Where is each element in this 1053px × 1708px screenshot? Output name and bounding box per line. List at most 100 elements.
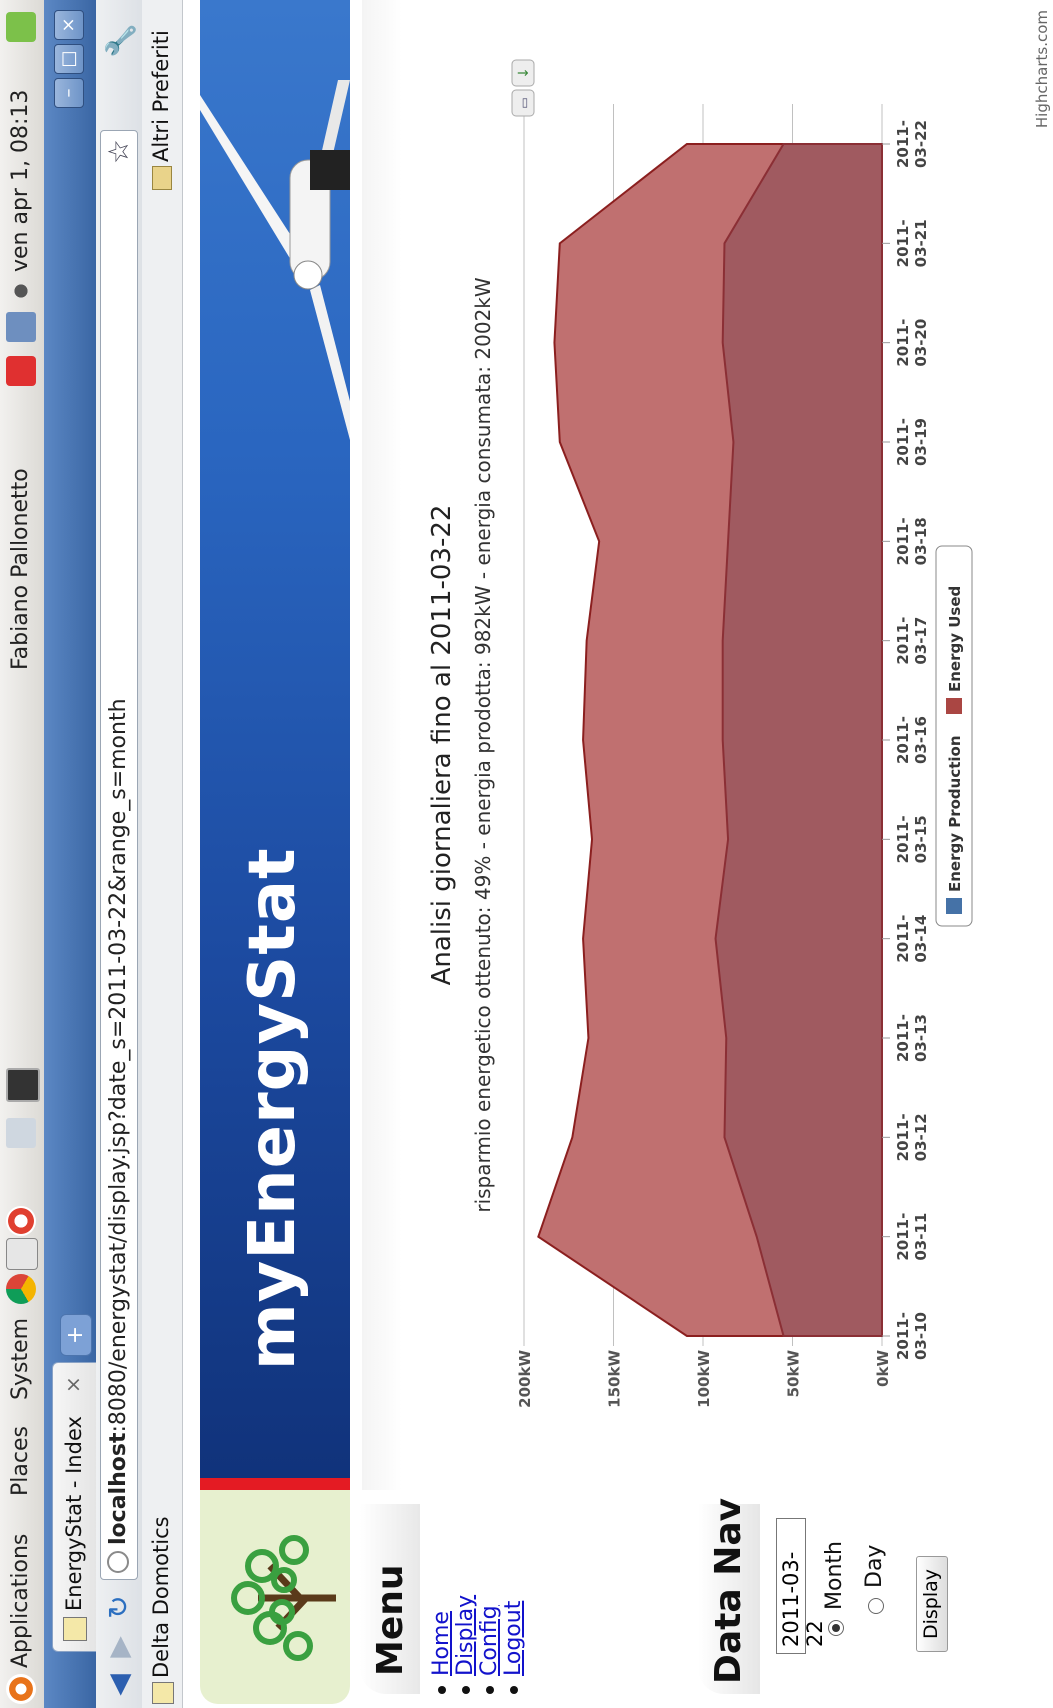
print-icon: ▭ (517, 97, 531, 108)
x-tick-label: 03-21 (912, 219, 930, 267)
range-day-label: Day (862, 1544, 887, 1588)
help-lifebuoy-icon[interactable] (6, 1206, 36, 1236)
menu-panel: Menu Home Display Config Logout (360, 1504, 680, 1694)
energy-area-chart: Analisi giornaliera fino al 2011-03-22 r… (427, 59, 973, 1408)
header-banner: myEnergyStat (200, 0, 350, 1490)
bullet (462, 1686, 470, 1694)
bookmark-favicon-icon (152, 1682, 174, 1704)
legend-item-energy-production[interactable]: Energy Production (946, 735, 964, 892)
places-menu[interactable]: Places (8, 1426, 33, 1496)
x-tick-label: 2011- (894, 120, 912, 168)
bookmark-folder-icon (152, 166, 172, 190)
y-tick-label: 0kW (874, 1350, 892, 1387)
x-tick-label: 03-20 (912, 319, 930, 367)
x-tick-label: 03-19 (912, 418, 930, 466)
download-icon: ↓ (516, 67, 532, 79)
legend-item-energy-used[interactable]: Energy Used (946, 586, 964, 692)
network-launcher-icon[interactable] (6, 1118, 36, 1148)
ubuntu-logo-icon[interactable] (6, 1674, 36, 1704)
menu-header: Menu (360, 1504, 420, 1694)
terminal-launcher-icon[interactable] (6, 1068, 40, 1102)
wind-turbine-icon (200, 80, 350, 440)
y-tick-label: 100kW (695, 1350, 713, 1408)
x-tick-label: 2011- (894, 517, 912, 565)
menu-link-display[interactable]: Display (453, 1595, 478, 1676)
tab-title: EnergyStat - Index (62, 1416, 86, 1611)
bookmark-star-icon[interactable]: ☆ (102, 139, 135, 164)
wrench-menu-icon[interactable]: 🔧 (104, 23, 137, 58)
banner-red-accent (200, 1478, 350, 1490)
legend-swatch (946, 898, 962, 914)
close-window-button[interactable]: × (54, 10, 84, 40)
x-axis-ticks: 2011- 03-102011- 03-112011- 03-122011- 03-13… (882, 120, 930, 1360)
logo-box (200, 1490, 350, 1704)
back-arrow-icon[interactable]: ◀ (102, 1670, 135, 1700)
data-nav-panel: Data Nav 2011-03-22 Month Day Display (698, 1498, 1038, 1694)
chart-area: Analisi giornaliera fino al 2011-03-22 r… (362, 0, 1053, 1490)
x-tick-label: 03-14 (912, 915, 930, 963)
x-tick-label: 03-11 (912, 1213, 930, 1261)
date-input[interactable]: 2011-03-22 (776, 1518, 827, 1654)
bullet (438, 1686, 446, 1694)
chrome-launcher-icon[interactable] (6, 1274, 36, 1304)
bookmark-delta-domotics[interactable]: Delta Domotics (149, 1516, 173, 1678)
forward-arrow-icon[interactable]: ▶ (102, 1632, 135, 1662)
minimize-button[interactable]: – (54, 78, 84, 108)
export-buttons[interactable]: ▭ ↓ (511, 59, 535, 117)
menu-link-config[interactable]: Config (477, 1605, 502, 1676)
new-tab-button[interactable]: + (60, 1314, 92, 1356)
bullet (510, 1686, 518, 1694)
gnome-top-panel: Applications Places System ven apr 1, 08… (0, 0, 45, 1708)
recycle-tree-logo-icon (231, 1535, 336, 1661)
x-tick-label: 2011- (894, 319, 912, 367)
x-tick-label: 2011- (894, 1113, 912, 1161)
applications-menu[interactable]: Applications (8, 1534, 33, 1668)
display-button[interactable]: Display (916, 1556, 948, 1652)
x-tick-label: 03-13 (912, 1014, 930, 1062)
browser-toolbar: ◀ ▶ ↻ localhost:8080/energystat/display.… (96, 0, 143, 1708)
network-status-icon[interactable] (6, 312, 36, 342)
other-bookmarks[interactable]: Altri Preferiti (149, 30, 173, 162)
range-month-label: Month (822, 1541, 847, 1610)
volume-icon[interactable] (6, 276, 36, 306)
x-tick-label: 03-15 (912, 815, 930, 863)
x-tick-label: 03-22 (912, 120, 930, 168)
menu-link-logout[interactable]: Logout (501, 1601, 526, 1676)
menu-link-home[interactable]: Home (429, 1611, 454, 1676)
address-bar[interactable]: localhost:8080/energystat/display.jsp?da… (100, 130, 138, 1580)
brand-title: myEnergyStat (236, 847, 310, 1370)
x-tick-label: 03-18 (912, 517, 930, 565)
address-text: localhost:8080/energystat/display.jsp?da… (106, 698, 131, 1545)
x-tick-label: 03-17 (912, 617, 930, 665)
y-tick-label: 150kW (606, 1350, 624, 1408)
area-series-energy-production[interactable] (714, 143, 883, 1337)
chart-series (537, 143, 883, 1337)
tab-close-button[interactable]: × (61, 1376, 85, 1393)
system-menu[interactable]: System (8, 1318, 33, 1400)
reload-icon[interactable]: ↻ (102, 1592, 135, 1622)
maximize-button[interactable]: □ (54, 44, 84, 74)
mail-launcher-icon[interactable] (6, 1238, 38, 1270)
x-tick-label: 03-12 (912, 1113, 930, 1161)
x-tick-label: 2011- (894, 1014, 912, 1062)
chart-legend[interactable]: Energy Production Energy Used (935, 545, 973, 927)
page-info-icon[interactable] (107, 1551, 129, 1573)
x-tick-label: 03-16 (912, 716, 930, 764)
update-notifier-icon[interactable] (6, 356, 36, 386)
range-day-radio[interactable] (868, 1598, 884, 1614)
logout-runner-icon[interactable] (6, 12, 36, 42)
x-tick-label: 2011- (894, 1213, 912, 1261)
x-tick-label: 2011- (894, 716, 912, 764)
bullet (486, 1686, 494, 1694)
x-tick-label: 2011- (894, 915, 912, 963)
y-tick-label: 200kW (516, 1350, 534, 1408)
x-tick-label: 2011- (894, 219, 912, 267)
panel-user-name[interactable]: Fabiano Pallonetto (8, 468, 33, 670)
y-axis-ticks: 0kW 50kW 100kW 150kW 200kW (516, 1350, 892, 1408)
panel-clock[interactable]: ven apr 1, 08:13 (8, 90, 33, 272)
browser-tab-energystat[interactable]: EnergyStat - Index × (52, 1362, 97, 1652)
tab-favicon-icon (63, 1617, 87, 1641)
chart-credit[interactable]: Highcharts.com (1033, 10, 1051, 128)
range-month-radio[interactable] (828, 1620, 844, 1636)
x-tick-label: 2011- (894, 815, 912, 863)
